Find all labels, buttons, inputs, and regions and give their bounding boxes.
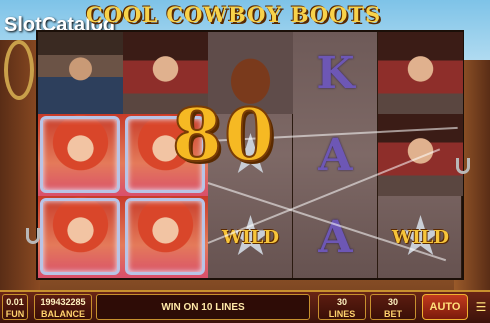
symbol-k: K	[316, 47, 355, 99]
game-scene: SlotCatalog COOL COWBOY BOOTS WILD K A A…	[0, 0, 490, 323]
win-highlight-frame	[40, 116, 120, 193]
win-highlight-frame	[125, 198, 205, 275]
bet-value: 30	[387, 297, 398, 307]
reel-4: K A A	[293, 32, 378, 278]
symbol-cowboy-man	[38, 32, 123, 114]
horseshoe-icon	[26, 228, 40, 244]
bet-label: BET	[384, 309, 402, 319]
coin-value-label: FUN	[5, 309, 25, 319]
reel-1	[38, 32, 123, 278]
balance-label: BALANCE	[41, 309, 85, 319]
win-amount: 80	[171, 91, 277, 178]
symbol-wild-star: WILD	[378, 196, 463, 278]
win-message: WIN ON 10 LINES	[96, 294, 310, 320]
win-highlight-frame	[40, 198, 120, 275]
lasso-rope-icon	[4, 40, 34, 100]
coin-value: 0.01	[6, 297, 24, 307]
bet-button[interactable]: 30 BET	[370, 294, 416, 320]
game-title: COOL COWBOY BOOTS	[86, 2, 382, 27]
coin-value-button[interactable]: 0.01 FUN	[2, 294, 28, 320]
lines-value: 30	[336, 297, 347, 307]
lines-label: LINES	[328, 309, 356, 319]
balance-value: 199432285	[40, 297, 86, 307]
control-bar: 0.01 FUN 199432285 BALANCE WIN ON 10 LIN…	[0, 290, 490, 323]
symbol-brunette-lady	[378, 32, 463, 114]
symbol-a: A	[318, 211, 353, 263]
menu-icon[interactable]: ☰	[472, 294, 490, 320]
lines-button[interactable]: 30 LINES	[318, 294, 366, 320]
symbol-a: A	[318, 129, 353, 181]
auto-spin-button[interactable]: AUTO	[422, 294, 468, 320]
balance-display: 199432285 BALANCE	[34, 294, 92, 320]
horseshoe-icon	[456, 158, 470, 174]
wild-label: WILD	[222, 226, 279, 248]
